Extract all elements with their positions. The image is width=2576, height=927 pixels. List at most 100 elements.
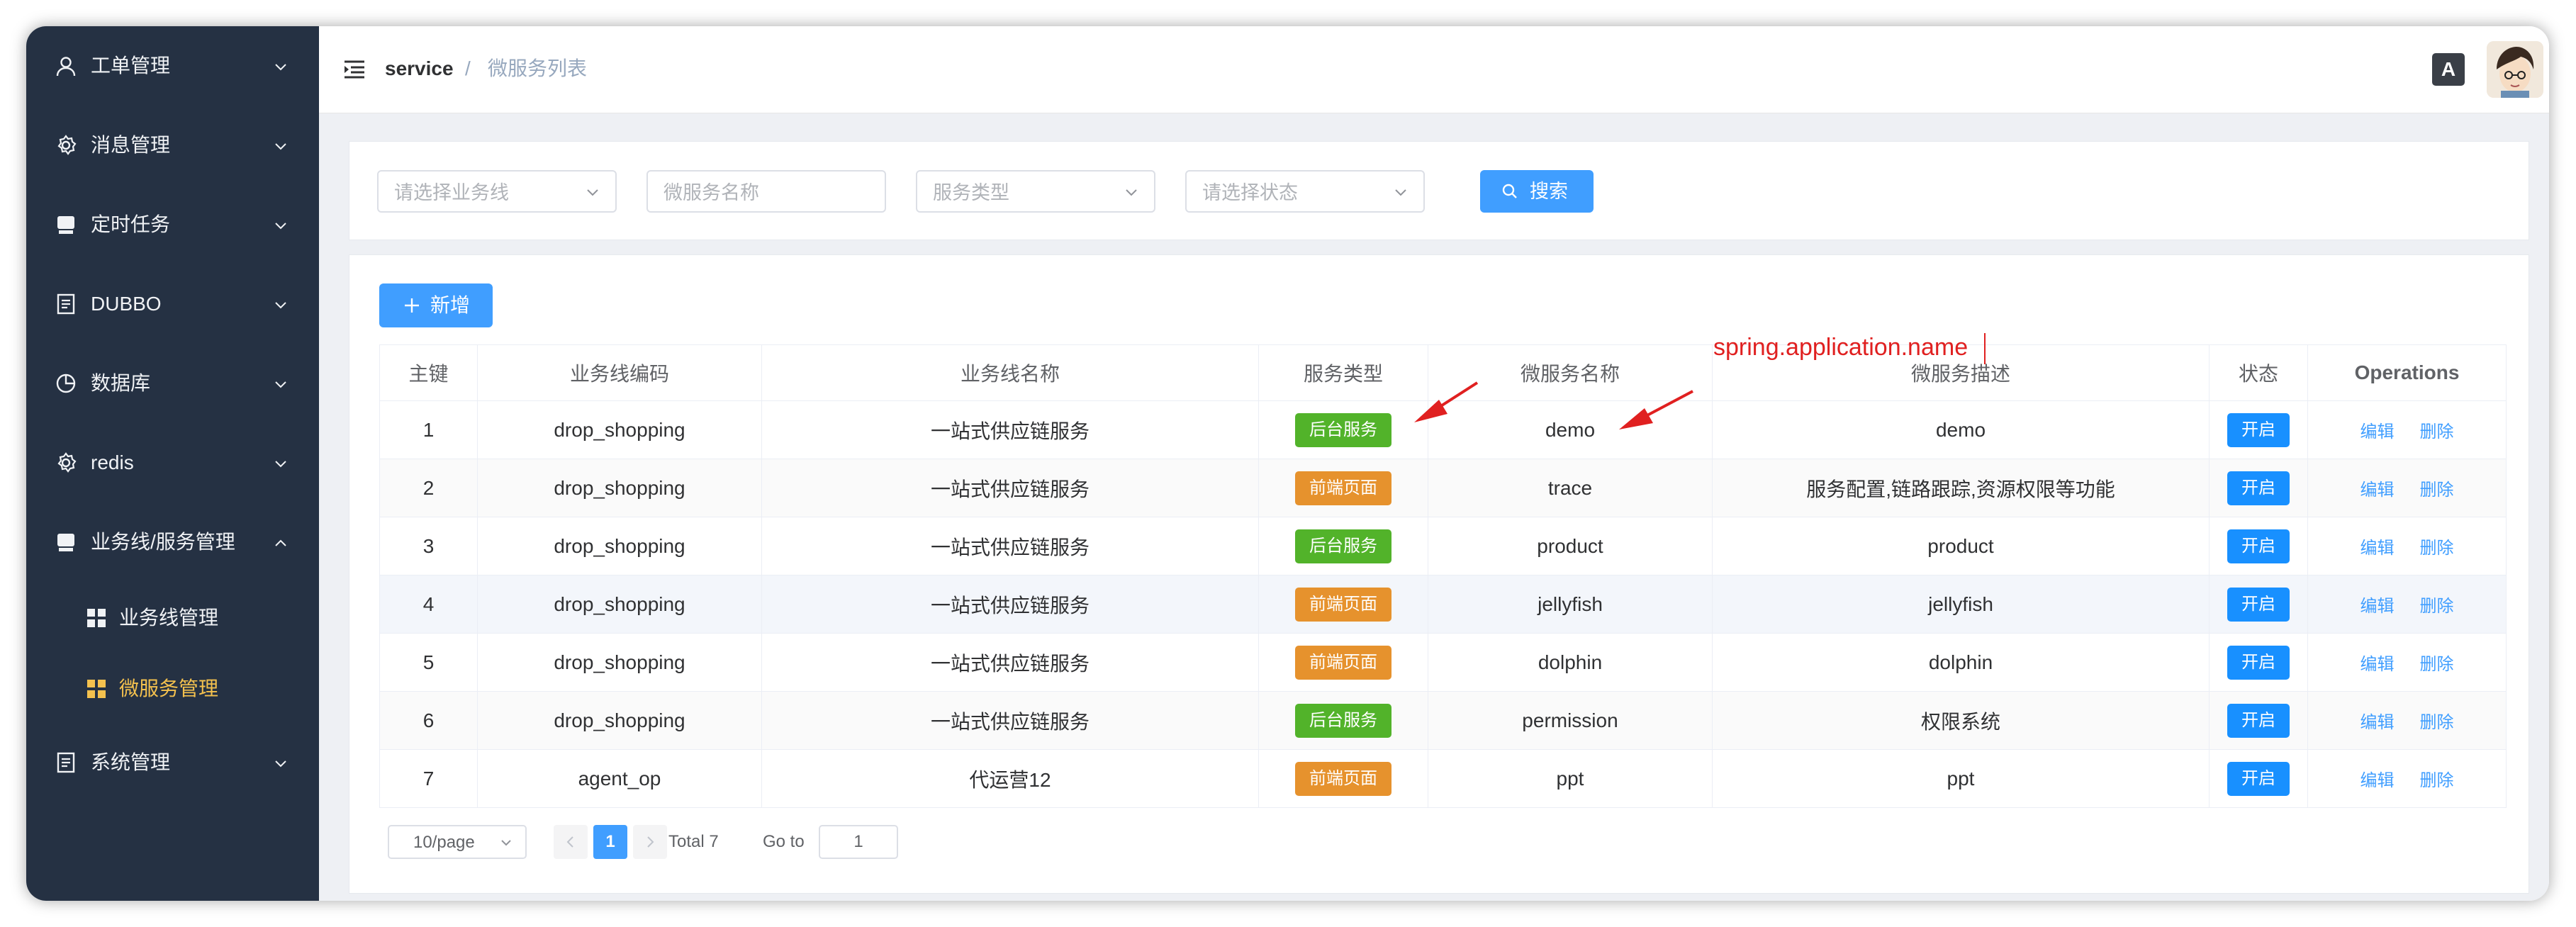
sidebar-item-microservice-management[interactable]: 微服务管理 bbox=[26, 661, 319, 717]
search-button-label: 搜索 bbox=[1530, 181, 1568, 202]
table-row: 5 drop_shopping 一站式供应链服务 前端页面 dolphin do… bbox=[379, 633, 2507, 692]
sidebar-item-system-management[interactable]: 系统管理 bbox=[26, 734, 319, 791]
sidebar-item-ticket-management[interactable]: 工单管理 bbox=[26, 38, 319, 94]
total-count: Total 7 bbox=[668, 832, 719, 851]
delete-link[interactable]: 删除 bbox=[2420, 713, 2454, 732]
service-type-tag: 前端页面 bbox=[1295, 761, 1391, 796]
delete-link[interactable]: 删除 bbox=[2420, 481, 2454, 500]
table-row: 7 agent_op 代运营12 前端页面 ppt ppt 开启 编辑 删除 bbox=[379, 749, 2507, 808]
edit-link[interactable]: 编辑 bbox=[2361, 539, 2395, 558]
table-header-row: 主键 业务线编码 业务线名称 服务类型 微服务名称 微服务描述 状态 Opera… bbox=[379, 344, 2507, 401]
state-toggle-button[interactable]: 开启 bbox=[2227, 529, 2290, 563]
service-type-tag: 后台服务 bbox=[1295, 529, 1391, 563]
state-toggle-button[interactable]: 开启 bbox=[2227, 645, 2290, 680]
edit-link[interactable]: 编辑 bbox=[2361, 597, 2395, 616]
business-line-placeholder: 请选择业务线 bbox=[394, 182, 509, 203]
navbar: service / 微服务列表 A bbox=[319, 26, 2549, 113]
service-type-placeholder: 服务类型 bbox=[933, 182, 1009, 203]
page-size-select[interactable]: 10/page bbox=[388, 825, 527, 859]
cell-ops: 编辑 删除 bbox=[2307, 517, 2507, 575]
service-type-select[interactable]: 服务类型 bbox=[916, 170, 1155, 213]
cell-id: 5 bbox=[379, 633, 478, 692]
next-page-button[interactable] bbox=[633, 825, 667, 859]
business-line-select[interactable]: 请选择业务线 bbox=[377, 170, 617, 213]
edit-link[interactable]: 编辑 bbox=[2361, 771, 2395, 790]
cell-name: 一站式供应链服务 bbox=[761, 691, 1259, 750]
grid-icon bbox=[87, 680, 106, 698]
sidebar-item-scheduled-tasks[interactable]: 定时任务 bbox=[26, 196, 319, 253]
sidebar-item-label: redis bbox=[91, 451, 134, 473]
cell-type: 前端页面 bbox=[1258, 633, 1428, 692]
edit-link[interactable]: 编辑 bbox=[2361, 713, 2395, 732]
cell-id: 6 bbox=[379, 691, 478, 750]
cell-name: 代运营12 bbox=[761, 749, 1259, 808]
state-toggle-button[interactable]: 开启 bbox=[2227, 471, 2290, 505]
delete-link[interactable]: 删除 bbox=[2420, 597, 2454, 616]
sidebar-subitem-label: 业务线管理 bbox=[119, 607, 219, 629]
edit-link[interactable]: 编辑 bbox=[2361, 481, 2395, 500]
cell-ops: 编辑 删除 bbox=[2307, 575, 2507, 634]
cell-code: agent_op bbox=[477, 749, 762, 808]
delete-link[interactable]: 删除 bbox=[2420, 655, 2454, 674]
service-name-input[interactable]: 微服务名称 bbox=[646, 170, 886, 213]
page-number-current[interactable]: 1 bbox=[593, 825, 627, 859]
cell-state: 开启 bbox=[2209, 633, 2308, 692]
state-toggle-button[interactable]: 开启 bbox=[2227, 703, 2290, 738]
language-icon-text: A bbox=[2441, 58, 2456, 80]
cell-state: 开启 bbox=[2209, 459, 2308, 517]
cell-service: trace bbox=[1428, 459, 1713, 517]
add-button[interactable]: 新增 bbox=[379, 283, 493, 327]
cell-ops: 编辑 删除 bbox=[2307, 749, 2507, 808]
cell-service: permission bbox=[1428, 691, 1713, 750]
prev-page-button[interactable] bbox=[554, 825, 588, 859]
cell-service: demo bbox=[1428, 400, 1713, 459]
chevron-right-icon bbox=[647, 836, 654, 848]
add-button-label: 新增 bbox=[430, 294, 471, 316]
sidebar-item-redis[interactable]: redis bbox=[26, 434, 319, 491]
delete-link[interactable]: 删除 bbox=[2420, 771, 2454, 790]
page-size-label: 10/page bbox=[413, 833, 475, 852]
search-button[interactable]: 搜索 bbox=[1480, 170, 1594, 213]
state-toggle-button[interactable]: 开启 bbox=[2227, 587, 2290, 622]
chevron-down-icon bbox=[1395, 189, 1406, 196]
column-header: 主键 bbox=[379, 344, 478, 401]
language-icon[interactable]: A bbox=[2432, 53, 2465, 86]
status-placeholder: 请选择状态 bbox=[1202, 182, 1298, 203]
sidebar-item-database[interactable]: 数据库 bbox=[26, 355, 319, 412]
cell-state: 开启 bbox=[2209, 691, 2308, 750]
cell-state: 开启 bbox=[2209, 517, 2308, 575]
edit-link[interactable]: 编辑 bbox=[2361, 422, 2395, 442]
cell-type: 后台服务 bbox=[1258, 400, 1428, 459]
sidebar-item-business-line-management[interactable]: 业务线管理 bbox=[26, 590, 319, 646]
chevron-left-icon bbox=[566, 836, 573, 848]
breadcrumb-root[interactable]: service bbox=[385, 56, 454, 82]
service-type-tag: 前端页面 bbox=[1295, 587, 1391, 622]
filter-panel: 请选择业务线 微服务名称 服务类型 请选择状态 搜索 bbox=[349, 141, 2529, 240]
table-row: 1 drop_shopping 一站式供应链服务 后台服务 demo demo … bbox=[379, 400, 2507, 459]
sidebar-item-message-management[interactable]: 消息管理 bbox=[26, 117, 319, 174]
state-toggle-button[interactable]: 开启 bbox=[2227, 761, 2290, 796]
state-toggle-button[interactable]: 开启 bbox=[2227, 412, 2290, 447]
goto-page-input[interactable]: 1 bbox=[819, 825, 898, 859]
chevron-down-icon bbox=[275, 381, 286, 388]
table-row: 2 drop_shopping 一站式供应链服务 前端页面 trace 服务配置… bbox=[379, 459, 2507, 517]
status-select[interactable]: 请选择状态 bbox=[1185, 170, 1425, 213]
chevron-down-icon bbox=[1126, 189, 1137, 196]
edit-link[interactable]: 编辑 bbox=[2361, 655, 2395, 674]
microservice-table: 主键 业务线编码 业务线名称 服务类型 微服务名称 微服务描述 状态 Opera… bbox=[379, 344, 2507, 808]
menu-fold-icon[interactable] bbox=[343, 60, 366, 79]
pagination: 10/page 1 Total 7 Go to 1 bbox=[379, 825, 1017, 860]
sidebar-item-dubbo[interactable]: DUBBO bbox=[26, 276, 319, 332]
cell-name: 一站式供应链服务 bbox=[761, 633, 1259, 692]
gear-icon bbox=[57, 135, 77, 155]
avatar[interactable] bbox=[2487, 41, 2543, 98]
service-type-tag: 后台服务 bbox=[1295, 703, 1391, 738]
delete-link[interactable]: 删除 bbox=[2420, 422, 2454, 442]
sidebar-item-business-line-service[interactable]: 业务线/服务管理 bbox=[26, 514, 319, 571]
sidebar-item-label: 业务线/服务管理 bbox=[91, 531, 235, 553]
delete-link[interactable]: 删除 bbox=[2420, 539, 2454, 558]
sidebar-subitem-label: 微服务管理 bbox=[119, 678, 219, 700]
goto-label: Go to bbox=[763, 832, 805, 851]
table-row: 6 drop_shopping 一站式供应链服务 后台服务 permission… bbox=[379, 691, 2507, 750]
cell-ops: 编辑 删除 bbox=[2307, 691, 2507, 750]
